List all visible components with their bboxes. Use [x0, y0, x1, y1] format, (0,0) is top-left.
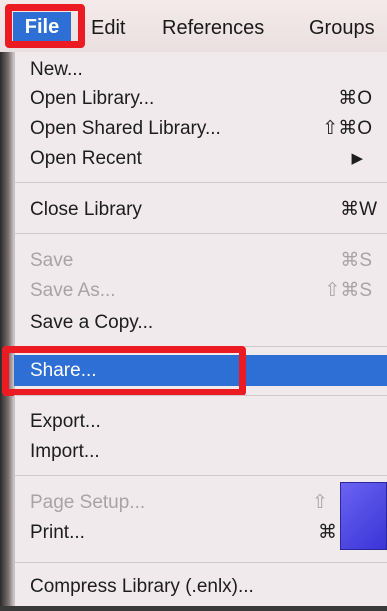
menu-separator: [14, 395, 387, 396]
menu-item-close-library[interactable]: Close Library: [30, 197, 142, 223]
menu-references[interactable]: References: [162, 13, 264, 43]
menu-item-open-recent[interactable]: Open Recent: [30, 146, 142, 172]
shortcut-save: ⌘S: [340, 250, 372, 271]
menu-separator: [14, 562, 387, 563]
file-annotation-box: [5, 4, 85, 48]
shortcut-print: ⌘: [318, 522, 337, 543]
menu-item-open-library[interactable]: Open Library...: [30, 86, 154, 112]
menu-item-import[interactable]: Import...: [30, 439, 100, 465]
menu-separator: [14, 475, 387, 476]
menu-item-compress-library[interactable]: Compress Library (.enlx)...: [30, 574, 254, 600]
shortcut-close-library: ⌘W: [340, 199, 377, 220]
window-edge: [0, 52, 14, 611]
menu-groups[interactable]: Groups: [309, 13, 375, 43]
menu-item-new[interactable]: New...: [30, 57, 83, 83]
menu-item-open-shared-library[interactable]: Open Shared Library...: [30, 116, 221, 142]
menu-item-save-as: Save As...: [30, 280, 116, 301]
menu-item-page-setup: Page Setup...: [30, 492, 146, 513]
menu-item-export[interactable]: Export...: [30, 409, 101, 435]
window-edge-bottom: [0, 606, 387, 611]
shortcut-page-setup: ⇧: [312, 492, 328, 513]
submenu-arrow-icon: ▶: [351, 150, 363, 167]
menu-edit[interactable]: Edit: [91, 13, 125, 43]
menu-separator: [14, 233, 387, 234]
menu-separator: [14, 182, 387, 183]
menu-item-save-a-copy[interactable]: Save a Copy...: [30, 310, 153, 336]
share-annotation-box: [2, 346, 246, 396]
shortcut-save-as: ⇧⌘S: [324, 280, 372, 301]
shortcut-open-shared-library: ⇧⌘O: [322, 118, 372, 139]
overlay-image: [340, 482, 387, 550]
shortcut-open-library: ⌘O: [338, 88, 372, 109]
menu-item-save: Save: [30, 250, 74, 271]
menu-item-print[interactable]: Print...: [30, 520, 85, 546]
